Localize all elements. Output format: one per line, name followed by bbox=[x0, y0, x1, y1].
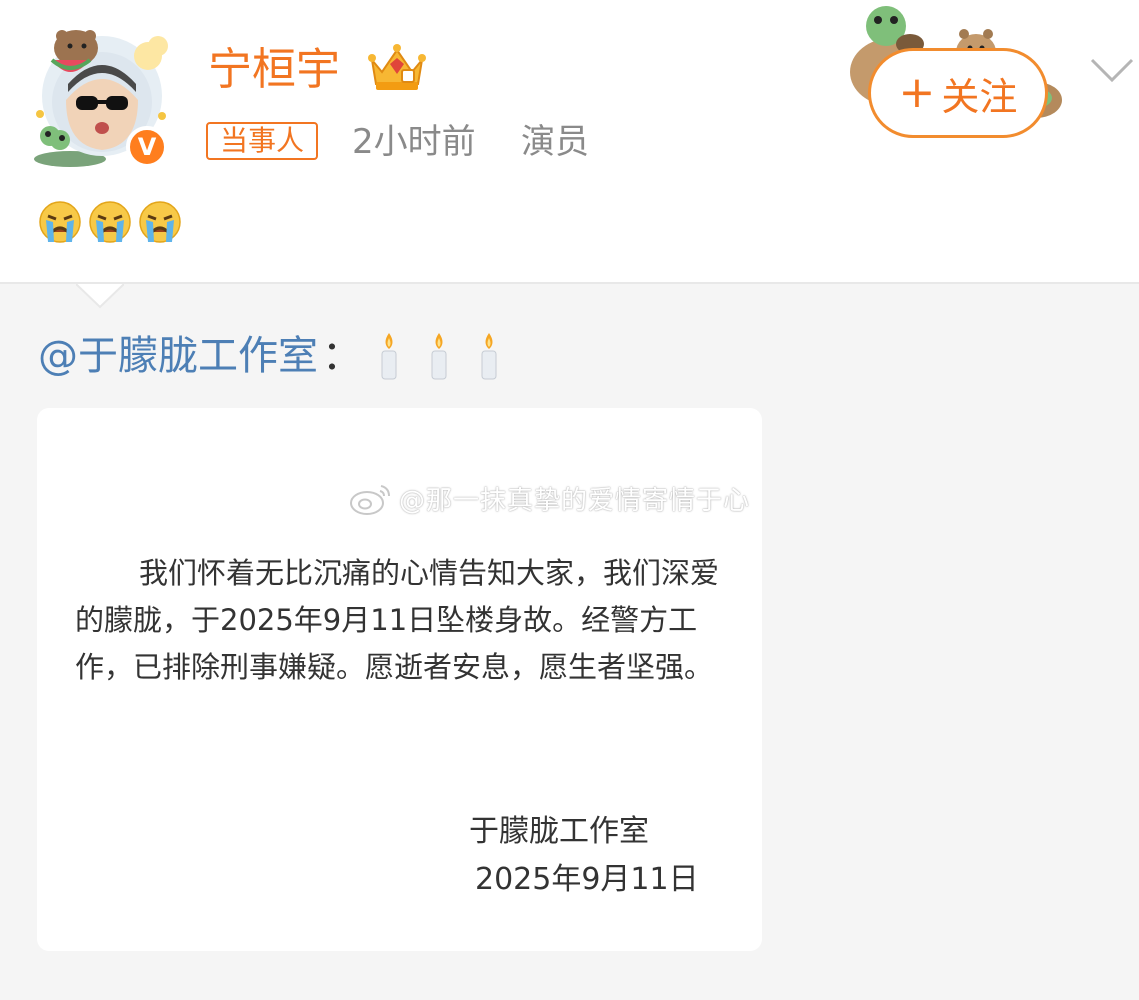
post-time: 2小时前 bbox=[352, 122, 476, 162]
avatar[interactable]: V bbox=[30, 18, 180, 170]
repost-text: @于朦胧工作室 ： bbox=[38, 330, 504, 382]
candle-emoji-row bbox=[374, 331, 504, 381]
watermark-text: @那一抹真挚的爱情寄情于心 bbox=[399, 486, 751, 516]
crying-emoji-icon bbox=[89, 201, 131, 243]
crown-icon[interactable] bbox=[366, 42, 428, 94]
notice-body: 我们怀着无比沉痛的心情告知大家，我们深爱的朦胧，于2025年9月11日坠楼身故。… bbox=[75, 550, 725, 691]
candle-icon bbox=[431, 333, 447, 380]
watermark: @那一抹真挚的爱情寄情于心 bbox=[349, 480, 750, 517]
repost-colon: ： bbox=[322, 333, 362, 379]
verified-icon: V bbox=[126, 126, 168, 168]
post-text bbox=[38, 200, 182, 244]
post-header: V 宁桓宇 当事人 2小时前 演员 + 关注 bbox=[0, 0, 1139, 284]
repost-pointer bbox=[76, 283, 124, 309]
repost-image[interactable]: @那一抹真挚的爱情寄情于心 我们怀着无比沉痛的心情告知大家，我们深爱的朦胧，于2… bbox=[37, 408, 762, 951]
crying-emoji-icon bbox=[39, 201, 81, 243]
crying-emoji-icon bbox=[139, 201, 181, 243]
user-role: 演员 bbox=[521, 122, 589, 162]
follow-button[interactable]: + 关注 bbox=[868, 48, 1048, 138]
repost-mention-link[interactable]: @于朦胧工作室 bbox=[38, 330, 318, 382]
weibo-logo-icon bbox=[350, 484, 390, 515]
candle-icon bbox=[381, 333, 397, 380]
chevron-down-icon[interactable] bbox=[1088, 56, 1136, 86]
candle-icon bbox=[481, 333, 497, 380]
party-tag-badge: 当事人 bbox=[206, 122, 319, 160]
plus-icon: + bbox=[898, 67, 936, 118]
notice-date: 2025年9月11日 bbox=[475, 862, 699, 897]
notice-text: 我们怀着无比沉痛的心情告知大家，我们深爱的朦胧，于2025年9月11日坠楼身故。… bbox=[75, 556, 720, 684]
follow-label: 关注 bbox=[941, 74, 1018, 119]
notice-signature: 于朦胧工作室 bbox=[469, 814, 649, 849]
username[interactable]: 宁桓宇 bbox=[208, 42, 340, 98]
